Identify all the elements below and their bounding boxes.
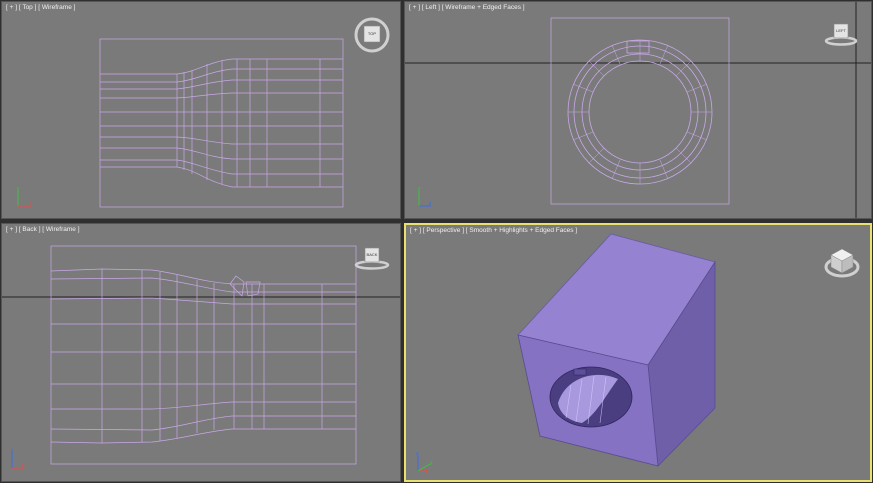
axis-tripod-top: x y — [17, 186, 32, 207]
back-view-wireframe — [2, 245, 400, 465]
viewcube-ring-icon — [824, 23, 858, 46]
viewcube-top[interactable]: TOP — [354, 17, 390, 53]
viewcube-back[interactable]: BACK — [352, 246, 392, 272]
viewcube-top-label: TOP — [367, 31, 377, 36]
viewport-grid: [ + ] [ Top ] [ Wireframe ] TOP x y [+ … — [0, 0, 873, 483]
axis-tripod-left: z y — [418, 186, 432, 207]
axis-y-label: y — [430, 460, 433, 466]
viewcube-back-label: BACK — [366, 252, 378, 257]
axis-z-label: z — [11, 448, 14, 454]
viewport-left[interactable]: [ + ] [ Left ] [ Wireframe + Edged Faces… — [404, 1, 872, 219]
axis-y-label: y — [17, 186, 20, 192]
left-view-wireframe — [405, 2, 871, 218]
axis-z-label: z — [429, 201, 432, 207]
viewport-back[interactable]: [ + ] [ Back ] [ Wireframe ] BACK x z — [1, 223, 401, 482]
perspective-view-solid — [517, 233, 716, 467]
viewcube-ring-icon — [354, 247, 390, 270]
viewcube-perspective[interactable] — [822, 243, 862, 281]
viewcube-left[interactable]: LEFT — [823, 22, 859, 48]
viewport-top[interactable]: [ + ] [ Top ] [ Wireframe ] TOP x y — [1, 1, 401, 219]
axis-y-label: y — [418, 186, 421, 192]
viewcube-isometric-icon — [824, 248, 860, 278]
axis-x-label: x — [426, 469, 429, 475]
viewport-perspective[interactable]: [ + ] [ Perspective ] [ Smooth + Highlig… — [404, 223, 872, 482]
axis-x-label: x — [22, 463, 25, 469]
viewcube-left-label: LEFT — [836, 28, 846, 33]
axis-z-label: z — [416, 451, 419, 457]
axis-tripod-back: x z — [11, 448, 25, 469]
top-view-wireframe — [99, 38, 344, 208]
axis-tripod-perspective: x y z — [416, 451, 433, 475]
